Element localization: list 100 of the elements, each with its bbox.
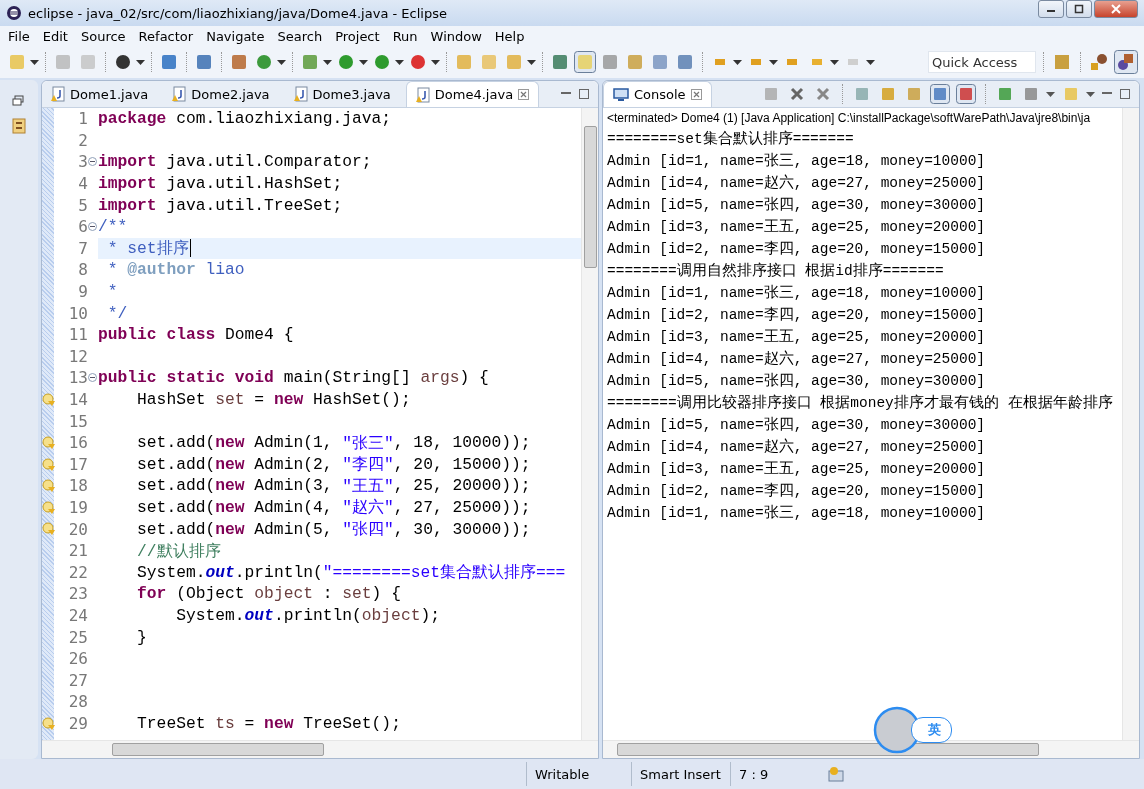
maximize-icon[interactable]	[1119, 88, 1131, 100]
line-number: 15	[68, 411, 88, 431]
console-line: Admin [id=4, name=赵六, age=27, money=25000]	[607, 349, 987, 369]
editor-tab[interactable]: Dome3.java	[284, 81, 400, 107]
code-line: /**	[98, 217, 128, 237]
caret-icon[interactable]	[1046, 91, 1055, 97]
code-line: */	[106, 303, 128, 323]
menu-item[interactable]: File	[8, 28, 30, 44]
code-line: public class Dome4 {	[98, 325, 294, 345]
status-position: 7 : 9	[730, 762, 819, 786]
status-insert-mode: Smart Insert	[631, 762, 730, 786]
line-number: 7	[78, 238, 88, 258]
input-method-badge[interactable]: 英	[911, 717, 952, 743]
vertical-scrollbar[interactable]	[581, 108, 598, 740]
line-number: 6	[78, 217, 88, 237]
line-number: 19	[68, 498, 88, 517]
horizontal-scrollbar[interactable]	[603, 740, 1139, 758]
line-number: 12	[68, 346, 88, 366]
progress-icon[interactable]	[827, 765, 847, 783]
caret-icon[interactable]	[395, 59, 404, 65]
console-line: Admin [id=1, name=张三, age=18, money=10000]	[607, 283, 987, 303]
line-number: 8	[78, 260, 88, 280]
fold-icon[interactable]	[88, 221, 97, 231]
eclipse-icon	[6, 5, 22, 21]
code-line: set.add(new Admin(3, "王五", 25, 20000));	[136, 475, 531, 497]
line-number: 14	[68, 390, 88, 409]
code-line: System.out.println(object);	[175, 605, 440, 625]
console-line: ========调用自然排序接口 根据id排序=======	[607, 261, 945, 281]
console-line: Admin [id=2, name=李四, age=20, money=15000]	[607, 305, 987, 325]
restore-icon[interactable]	[12, 94, 26, 108]
line-number: 4	[78, 174, 88, 194]
window-title: eclipse - java_02/src/com/liaozhixiang/java/Dome4.java - Eclipse	[28, 5, 448, 21]
line-number: 11	[68, 325, 88, 345]
code-line: import java.util.Comparator;	[98, 152, 372, 172]
menu-item[interactable]: Run	[392, 28, 418, 44]
close-icon[interactable]	[690, 89, 702, 100]
console-line: Admin [id=1, name=张三, age=18, money=10000]	[607, 503, 987, 523]
close-button[interactable]	[1094, 0, 1138, 18]
console-line: Admin [id=4, name=赵六, age=27, money=25000]	[607, 437, 987, 457]
code-line: public static void main(String[] args) {	[98, 368, 489, 388]
console-line: Admin [id=5, name=张四, age=30, money=30000]	[607, 195, 987, 215]
caret-icon[interactable]	[1086, 91, 1095, 97]
caret-icon[interactable]	[359, 59, 368, 65]
code-line: *	[106, 282, 118, 302]
code-line: set.add(new Admin(1, "张三", 18, 10000));	[136, 432, 531, 454]
code-line: set.add(new Admin(2, "李四", 20, 15000));	[136, 453, 531, 476]
quick-access-field[interactable]: Quick Access	[928, 51, 1036, 73]
line-number: 10	[68, 303, 88, 323]
java-file-icon	[415, 86, 430, 103]
java-file-icon	[293, 86, 308, 102]
editor-tab[interactable]: Dome4.java	[405, 81, 540, 107]
menu-item[interactable]: Help	[494, 28, 525, 44]
caret-icon[interactable]	[136, 59, 145, 65]
line-number: 17	[68, 454, 88, 474]
code-line: package com.liaozhixiang.java;	[98, 109, 392, 129]
caret-icon[interactable]	[866, 59, 875, 65]
code-line: import java.util.TreeSet;	[98, 195, 343, 215]
caret-icon[interactable]	[527, 59, 536, 65]
menu-item[interactable]: Source	[80, 28, 126, 44]
caret-icon[interactable]	[277, 59, 286, 65]
menu-item[interactable]: Edit	[42, 28, 68, 44]
caret-icon[interactable]	[431, 59, 440, 65]
status-mode: Writable	[526, 762, 631, 786]
code-line: //默认排序	[136, 540, 221, 562]
caret-icon[interactable]	[30, 59, 39, 65]
line-number: 21	[68, 541, 88, 561]
close-icon[interactable]	[518, 89, 530, 100]
caret-icon[interactable]	[733, 59, 742, 65]
menu-item[interactable]: Window	[430, 28, 482, 44]
java-file-icon	[51, 86, 65, 102]
code-line: for (Object object : set) {	[136, 584, 401, 604]
hierarchy-icon[interactable]	[12, 118, 26, 134]
minimize-button[interactable]	[1038, 0, 1064, 18]
line-number: 28	[68, 692, 88, 712]
vertical-scrollbar[interactable]	[1122, 108, 1139, 740]
fold-icon[interactable]	[88, 157, 97, 167]
line-number: 13	[68, 368, 88, 388]
caret-icon[interactable]	[769, 59, 778, 65]
code-line: * set排序	[106, 238, 191, 260]
console-line: Admin [id=2, name=李四, age=20, money=15000]	[607, 481, 987, 501]
horizontal-scrollbar[interactable]	[42, 740, 598, 758]
console-line: ========set集合默认排序=======	[607, 129, 855, 149]
maximize-icon[interactable]	[578, 88, 590, 100]
caret-icon[interactable]	[830, 59, 839, 65]
menu-item[interactable]: Project	[335, 28, 380, 44]
close-icon	[1110, 4, 1122, 14]
line-number: 20	[68, 519, 88, 539]
console-header: <terminated> Dome4 (1) [Java Application] C:\installPackage\softWarePath\Java\jre8\bin\ja	[607, 110, 1092, 127]
line-number: 24	[68, 605, 88, 625]
caret-icon[interactable]	[323, 59, 332, 65]
menu-item[interactable]: Search	[277, 28, 323, 44]
menu-item[interactable]: Navigate	[206, 28, 265, 44]
editor-tab[interactable]: Dome2.java	[163, 81, 279, 107]
console-tab[interactable]: Console	[603, 81, 712, 107]
line-number: 25	[68, 627, 88, 647]
menu-item[interactable]: Refactor	[138, 28, 194, 44]
editor-tab[interactable]: Dome1.java	[42, 81, 158, 107]
code-line: }	[136, 627, 147, 647]
maximize-button[interactable]	[1066, 0, 1092, 18]
fold-icon[interactable]	[88, 373, 97, 383]
